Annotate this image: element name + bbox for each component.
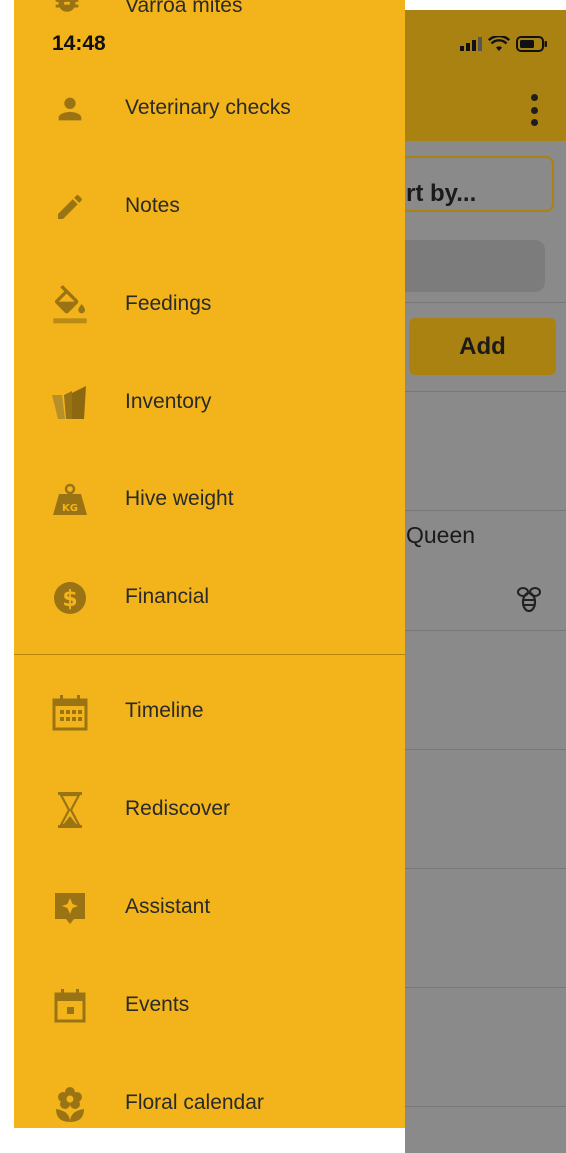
drawer-item-label: Timeline	[125, 699, 204, 722]
drawer-item-veterinary-checks[interactable]: Veterinary checks	[14, 79, 405, 139]
person-icon	[50, 89, 90, 129]
drawer-item-feedings[interactable]: Feedings	[14, 275, 405, 335]
drawer-item-label: Rediscover	[125, 797, 231, 820]
divider	[388, 868, 566, 869]
battery-icon	[516, 36, 547, 52]
bug-icon	[55, 0, 79, 12]
drawer-item-label: Assistant	[125, 895, 211, 918]
divider	[388, 987, 566, 988]
svg-text:KG: KG	[62, 503, 78, 514]
status-time: 14:48	[52, 32, 106, 55]
svg-text:$: $	[62, 587, 77, 612]
more-menu-icon[interactable]	[530, 94, 538, 126]
drawer-item-floral-calendar[interactable]: Floral calendar	[14, 1074, 405, 1134]
paint-bucket-icon	[50, 285, 90, 325]
smoker-icon	[50, 383, 90, 423]
calendar-grid-icon	[50, 692, 90, 732]
drawer-item-label: Financial	[125, 585, 210, 608]
dollar-icon: $	[50, 578, 90, 618]
divider	[388, 630, 566, 631]
drawer-item-label: Floral calendar	[125, 1091, 264, 1114]
weight-kg-icon: KG	[50, 480, 90, 520]
hourglass-icon	[50, 790, 90, 830]
drawer-item-label: Feedings	[125, 292, 212, 315]
drawer-item-timeline[interactable]: Timeline	[14, 682, 405, 742]
status-icons	[460, 36, 548, 52]
drawer-item-label: Events	[125, 993, 190, 1016]
drawer-item-label: Hive weight	[125, 487, 234, 510]
drawer-item-varroa-mites[interactable]	[50, 0, 84, 16]
sort-label: rt by...	[406, 180, 477, 207]
calendar-icon	[50, 986, 90, 1026]
drawer-item-rediscover[interactable]: Rediscover	[14, 780, 405, 840]
flower-icon	[50, 1084, 90, 1124]
drawer-divider	[14, 654, 405, 655]
sparkle-icon	[50, 888, 90, 928]
drawer-item-notes[interactable]: Notes	[14, 177, 405, 237]
add-button[interactable]: Add	[409, 318, 556, 375]
drawer-item-assistant[interactable]: Assistant	[14, 878, 405, 938]
bee-icon	[517, 587, 541, 613]
wifi-icon	[488, 36, 510, 51]
drawer-item-label: Inventory	[125, 390, 212, 413]
queen-label: Queen	[406, 522, 476, 548]
divider	[388, 510, 566, 511]
drawer-item-label: Notes	[125, 194, 180, 217]
divider	[388, 391, 566, 392]
divider	[388, 749, 566, 750]
drawer-item-financial[interactable]: $ Financial	[14, 568, 405, 628]
home-indicator-area	[14, 1128, 405, 1153]
drawer-item-hive-weight[interactable]: KG Hive weight	[14, 470, 405, 530]
drawer-item-label: Veterinary checks	[125, 96, 291, 119]
drawer-item-inventory[interactable]: Inventory	[14, 373, 405, 433]
divider	[388, 1106, 566, 1107]
drawer-item-label: Varroa mites	[125, 0, 243, 17]
navigation-drawer: Varroa mites 14:48 Veterinary checks Not…	[14, 0, 405, 1153]
divider	[388, 302, 566, 303]
drawer-item-events[interactable]: Events	[14, 976, 405, 1036]
pencil-icon	[50, 187, 90, 227]
search-input[interactable]	[388, 240, 545, 292]
signal-icon	[460, 37, 482, 51]
